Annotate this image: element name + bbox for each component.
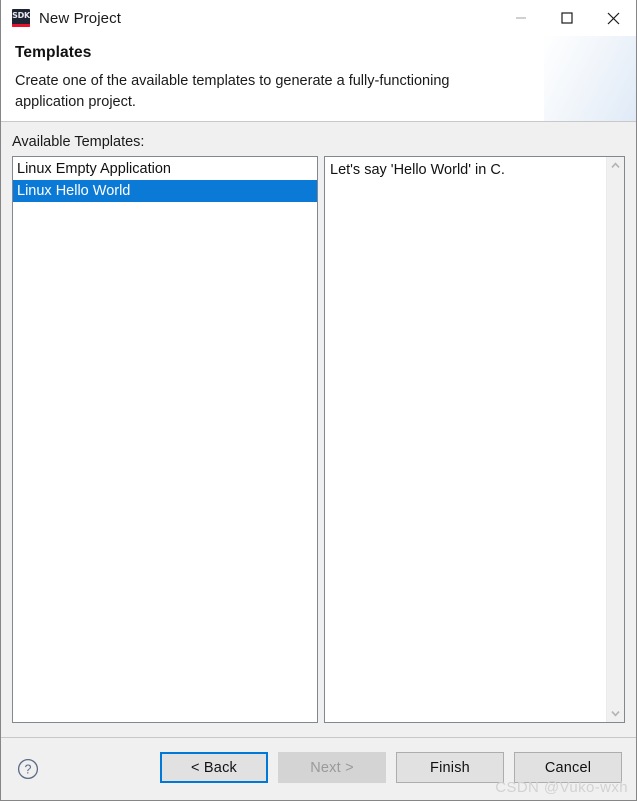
scroll-up-button[interactable]: [607, 157, 624, 174]
finish-button[interactable]: Finish: [396, 752, 504, 783]
new-project-dialog: SDK New Project Templates Create one of …: [0, 0, 637, 801]
list-item[interactable]: Linux Hello World: [13, 180, 317, 202]
minimize-icon: [516, 17, 526, 19]
chevron-up-icon: [611, 162, 620, 168]
title-bar: SDK New Project: [1, 0, 636, 36]
next-button: Next >: [278, 752, 386, 783]
template-panels: Linux Empty Application Linux Hello Worl…: [12, 156, 625, 723]
wizard-header: Templates Create one of the available te…: [1, 36, 636, 122]
available-templates-label: Available Templates:: [12, 134, 145, 150]
scroll-down-button[interactable]: [607, 705, 624, 722]
close-button[interactable]: [590, 0, 636, 36]
window-title: New Project: [39, 9, 121, 27]
sdk-icon-red-bar: [12, 24, 30, 27]
template-description-text: Let's say 'Hello World' in C.: [330, 162, 505, 178]
maximize-icon: [561, 12, 573, 24]
dialog-content: Available Templates: Linux Empty Applica…: [1, 122, 636, 737]
header-banner: C: [544, 36, 636, 121]
close-icon: [607, 12, 619, 24]
window-controls: [498, 0, 636, 36]
svg-text:?: ?: [25, 763, 32, 777]
chevron-down-icon: [611, 711, 620, 717]
sdk-app-icon: SDK: [12, 9, 30, 27]
page-description: Create one of the available templates to…: [15, 73, 450, 110]
scrollbar-track[interactable]: [607, 174, 624, 705]
sdk-icon-label: SDK: [12, 11, 30, 20]
templates-listbox[interactable]: Linux Empty Application Linux Hello Worl…: [12, 156, 318, 723]
description-scrollbar[interactable]: [606, 157, 624, 722]
watermark: CSDN @Vuko-wxh: [495, 779, 628, 796]
list-item[interactable]: Linux Empty Application: [13, 158, 317, 180]
back-button[interactable]: < Back: [160, 752, 268, 783]
maximize-button[interactable]: [544, 0, 590, 36]
template-description-panel: Let's say 'Hello World' in C.: [324, 156, 625, 723]
dialog-footer: ? < Back Next > Finish Cancel CSDN @Vuko…: [1, 737, 636, 800]
help-question-icon[interactable]: ?: [17, 758, 39, 780]
page-title: Templates: [15, 44, 92, 61]
banner-background: [544, 36, 636, 121]
minimize-button[interactable]: [498, 0, 544, 36]
